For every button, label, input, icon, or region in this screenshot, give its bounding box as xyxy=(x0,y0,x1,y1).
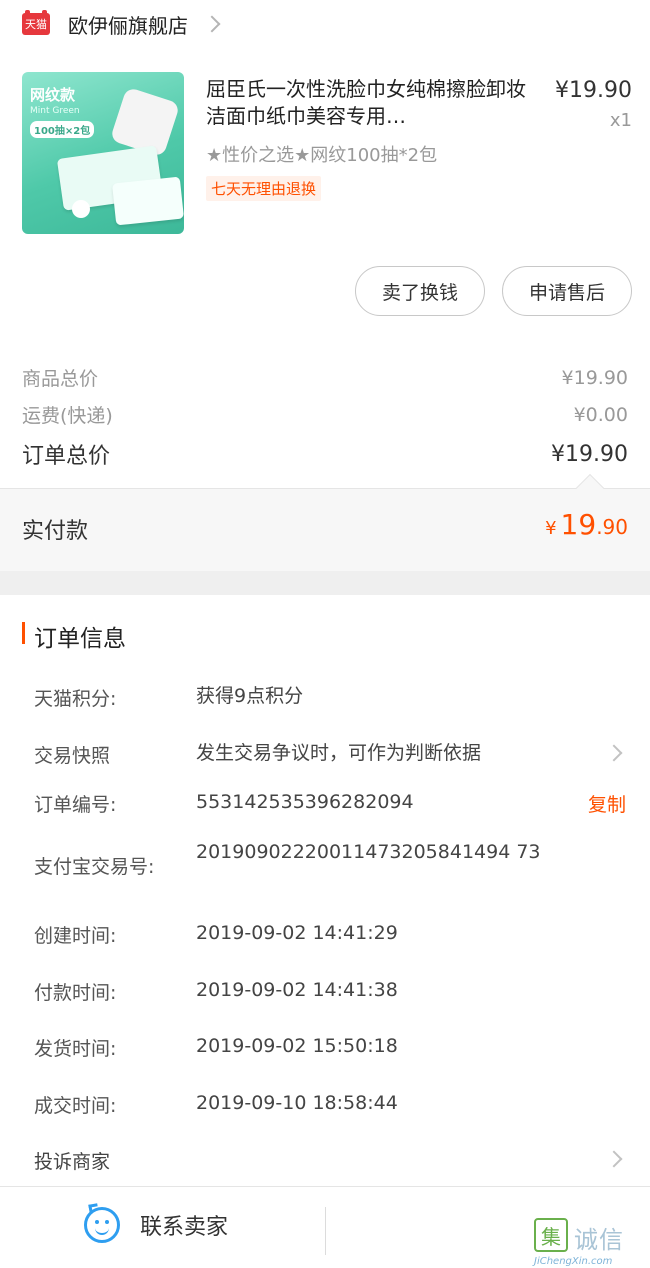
product-quantity: x1 xyxy=(609,110,632,131)
order-total-label: 订单总价 xyxy=(22,444,111,469)
paid-decimal: .90 xyxy=(596,515,628,539)
paid-time-value: 2019-09-02 14:41:38 xyxy=(196,979,398,1001)
completed-time-label: 成交时间: xyxy=(34,1095,117,1117)
shipping-fee-label: 运费(快递) xyxy=(22,405,113,427)
alipay-trade-label: 支付宝交易号: xyxy=(34,856,155,878)
bottom-divider xyxy=(325,1207,326,1255)
shop-header[interactable]: 天猫 欧伊俪旗舰店 xyxy=(0,0,650,48)
complain-seller-label: 投诉商家 xyxy=(34,1151,111,1173)
thumb-subtitle: Mint Green xyxy=(30,106,80,116)
snapshot-value: 发生交易争议时，可作为判断依据 xyxy=(196,742,482,764)
sell-for-cash-button[interactable]: 卖了换钱 xyxy=(355,266,485,316)
chat-icon-ear xyxy=(88,1203,99,1214)
contact-seller-label: 联系卖家 xyxy=(140,1215,229,1240)
shop-name[interactable]: 欧伊俪旗舰店 xyxy=(68,10,188,39)
section-gap xyxy=(0,571,650,595)
watermark-url: JiChengXin.com xyxy=(534,1256,613,1267)
product-title[interactable]: 屈臣氏一次性洗脸巾女纯棉擦脸卸妆洁面巾纸巾美容专用… xyxy=(206,76,526,130)
shipped-time-value: 2019-09-02 15:50:18 xyxy=(196,1035,398,1057)
paid-amount-label: 实付款 xyxy=(22,519,89,544)
chevron-right-icon xyxy=(605,1150,623,1168)
shipping-fee-value: ¥0.00 xyxy=(573,403,628,426)
points-label: 天猫积分: xyxy=(34,688,117,710)
watermark-text: 诚信 xyxy=(574,1226,624,1254)
product-item[interactable]: 网纹款 Mint Green 100抽×2包 屈臣氏一次性洗脸巾女纯棉擦脸卸妆洁… xyxy=(22,72,632,237)
tmall-logo-icon: 天猫 xyxy=(22,10,50,35)
paid-time-label: 付款时间: xyxy=(34,982,117,1004)
chat-icon xyxy=(84,1203,120,1243)
chevron-right-icon xyxy=(605,744,623,762)
paid-amount-value: ¥ 19 .90 xyxy=(545,508,628,541)
apply-aftersale-button[interactable]: 申请售后 xyxy=(502,266,632,316)
paid-currency: ¥ xyxy=(545,518,557,539)
points-value: 获得9点积分 xyxy=(196,685,304,707)
chevron-right-icon xyxy=(203,15,221,33)
created-time-value: 2019-09-02 14:41:29 xyxy=(196,922,398,944)
product-sku: ★性价之选★网纹100抽*2包 xyxy=(206,145,438,166)
product-price: ¥19.90 xyxy=(555,78,632,103)
alipay-trade-value: 20190902220011473205841494 73 xyxy=(196,841,541,863)
completed-time-value: 2019-09-10 18:58:44 xyxy=(196,1092,398,1114)
goods-total-value: ¥19.90 xyxy=(561,366,628,389)
shipped-time-label: 发货时间: xyxy=(34,1038,117,1060)
return-policy-badge: 七天无理由退换 xyxy=(206,176,322,201)
contact-seller-button[interactable]: 联系卖家 xyxy=(84,1203,229,1243)
order-total-row: 订单总价 ¥19.90 xyxy=(22,438,628,470)
created-time-label: 创建时间: xyxy=(34,925,117,947)
copy-button[interactable]: 复制 xyxy=(588,790,626,817)
thumb-cotton xyxy=(72,200,90,218)
paid-integer: 19 xyxy=(560,508,597,541)
watermark-logo-icon: 集 xyxy=(534,1218,568,1252)
thumb-pack-2 xyxy=(111,176,184,226)
order-info-title: 订单信息 xyxy=(34,626,126,652)
watermark: 集 诚信 JiChengXin.com xyxy=(534,1218,648,1267)
snapshot-label: 交易快照 xyxy=(34,745,111,767)
order-number-value: 553142535396282094 xyxy=(196,791,414,813)
goods-total-label: 商品总价 xyxy=(22,368,99,390)
goods-total-row: 商品总价 ¥19.90 xyxy=(22,364,628,391)
thumb-count: 100抽×2包 xyxy=(30,121,95,138)
thumb-tag: 网纹款 xyxy=(30,86,76,104)
order-number-label: 订单编号: xyxy=(34,794,117,816)
product-image[interactable]: 网纹款 Mint Green 100抽×2包 xyxy=(22,72,184,234)
section-accent-bar xyxy=(22,622,25,644)
order-total-value: ¥19.90 xyxy=(551,441,628,467)
shipping-fee-row: 运费(快递) ¥0.00 xyxy=(22,401,628,428)
